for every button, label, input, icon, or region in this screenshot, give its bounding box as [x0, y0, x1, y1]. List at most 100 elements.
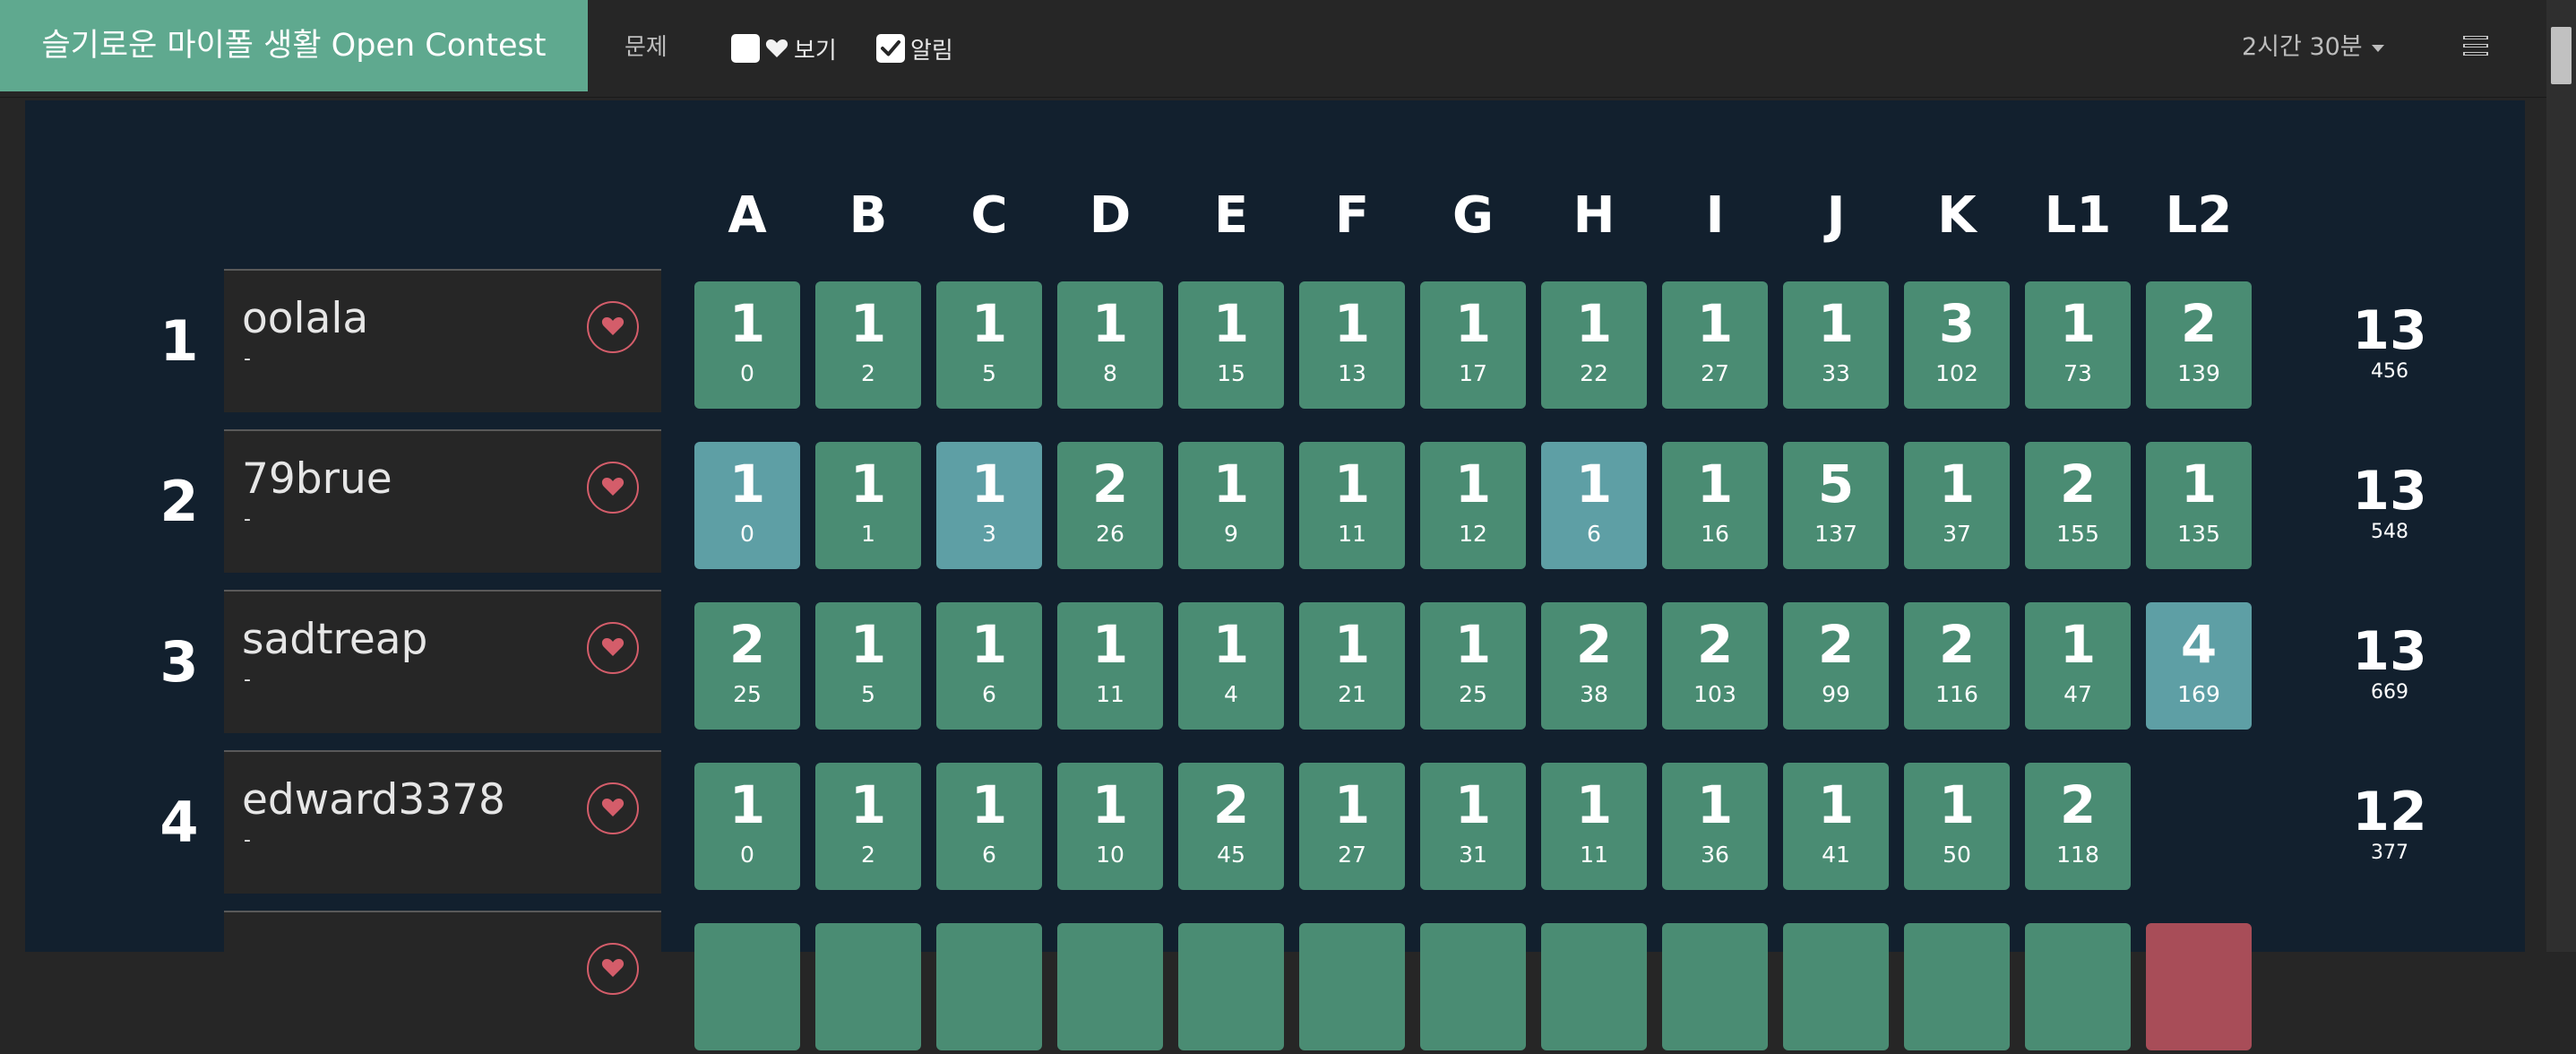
- problem-cell[interactable]: 16: [936, 602, 1042, 730]
- problem-cell[interactable]: 12: [815, 281, 921, 409]
- problem-cell[interactable]: 1 47: [2025, 602, 2131, 730]
- problem-header[interactable]: E: [1177, 186, 1285, 245]
- problem-cell[interactable]: 16: [1541, 442, 1647, 569]
- problem-cell[interactable]: 1 13: [1299, 281, 1405, 409]
- problem-cell[interactable]: 2 155: [2025, 442, 2131, 569]
- heart-button[interactable]: [587, 462, 639, 514]
- problem-cell[interactable]: [1299, 923, 1405, 1050]
- problem-header[interactable]: L1: [2024, 186, 2132, 245]
- heart-button[interactable]: [587, 301, 639, 353]
- problem-cell[interactable]: 1 27: [1662, 281, 1768, 409]
- heart-button[interactable]: [587, 943, 639, 995]
- problem-cell[interactable]: [936, 923, 1042, 1050]
- problem-cell[interactable]: 1 41: [1783, 763, 1889, 890]
- problem-cell[interactable]: 2 139: [2146, 281, 2252, 409]
- problem-cell[interactable]: 1 73: [2025, 281, 2131, 409]
- problem-cell[interactable]: 15: [815, 602, 921, 730]
- problem-cell[interactable]: 2 25: [694, 602, 800, 730]
- problem-cell[interactable]: 2 26: [1057, 442, 1163, 569]
- user-name[interactable]: 79brue: [242, 454, 392, 504]
- problem-cell[interactable]: 2 103: [1662, 602, 1768, 730]
- problem-cell[interactable]: [1783, 923, 1889, 1050]
- problem-cell[interactable]: 1 17: [1420, 281, 1526, 409]
- timer-dropdown[interactable]: 2시간 30분: [2242, 0, 2384, 95]
- problem-cell[interactable]: 4 169: [2146, 602, 2252, 730]
- problem-cell[interactable]: 1 10: [1057, 763, 1163, 890]
- problem-cell[interactable]: [1662, 923, 1768, 1050]
- vertical-scrollbar[interactable]: [2546, 0, 2576, 952]
- contest-title[interactable]: 슬기로운 마이폴 생활 Open Contest: [0, 0, 588, 91]
- problem-header[interactable]: K: [1903, 186, 2011, 245]
- problem-header[interactable]: F: [1298, 186, 1406, 245]
- problem-cell[interactable]: 1 25: [1420, 602, 1526, 730]
- problem-cell[interactable]: 18: [1057, 281, 1163, 409]
- problem-cell[interactable]: [1541, 923, 1647, 1050]
- problem-cell[interactable]: 2 38: [1541, 602, 1647, 730]
- problem-cell[interactable]: 1 21: [1299, 602, 1405, 730]
- show-hearts-toggle[interactable]: 보기: [731, 30, 837, 66]
- user-card[interactable]: oolala -: [224, 269, 661, 412]
- problem-cell[interactable]: 2 45: [1178, 763, 1284, 890]
- problem-header[interactable]: J: [1782, 186, 1890, 245]
- problem-cell[interactable]: 1 33: [1783, 281, 1889, 409]
- problem-cell[interactable]: 10: [694, 763, 800, 890]
- user-name[interactable]: oolala: [242, 294, 368, 343]
- problem-cell[interactable]: [2146, 923, 2252, 1050]
- problem-cell[interactable]: 1 22: [1541, 281, 1647, 409]
- heart-button[interactable]: [587, 782, 639, 834]
- problem-cell[interactable]: [1420, 923, 1526, 1050]
- problem-cell[interactable]: 15: [936, 281, 1042, 409]
- problem-cell[interactable]: 11: [815, 442, 921, 569]
- problem-cell[interactable]: 5 137: [1783, 442, 1889, 569]
- show-hearts-checkbox[interactable]: [731, 34, 760, 63]
- user-card[interactable]: edward3378 -: [224, 750, 661, 894]
- problem-cell[interactable]: 1 11: [1541, 763, 1647, 890]
- problem-cell[interactable]: 3 102: [1904, 281, 2010, 409]
- problem-cell[interactable]: 1 12: [1420, 442, 1526, 569]
- problem-cell[interactable]: 1 135: [2146, 442, 2252, 569]
- user-card[interactable]: [224, 911, 661, 1054]
- problem-cell[interactable]: 2 99: [1783, 602, 1889, 730]
- problem-cell[interactable]: 10: [694, 281, 800, 409]
- problem-cell[interactable]: [694, 923, 800, 1050]
- problem-cell[interactable]: 1 11: [1057, 602, 1163, 730]
- problem-cell[interactable]: [815, 923, 921, 1050]
- problem-cell[interactable]: 1 50: [1904, 763, 2010, 890]
- problem-header[interactable]: I: [1661, 186, 1769, 245]
- problem-cell[interactable]: 1 27: [1299, 763, 1405, 890]
- alert-toggle[interactable]: 알림: [876, 30, 953, 66]
- problem-cell[interactable]: [1178, 923, 1284, 1050]
- problem-header[interactable]: D: [1056, 186, 1164, 245]
- list-icon[interactable]: [2462, 34, 2489, 57]
- problem-cell[interactable]: 1 11: [1299, 442, 1405, 569]
- problems-link[interactable]: 문제: [625, 0, 668, 95]
- problem-cell[interactable]: 2 118: [2025, 763, 2131, 890]
- problem-header[interactable]: A: [694, 186, 801, 245]
- problem-cell[interactable]: 13: [936, 442, 1042, 569]
- problem-cell[interactable]: 1 37: [1904, 442, 2010, 569]
- problem-cell[interactable]: [1057, 923, 1163, 1050]
- scrollbar-thumb[interactable]: [2551, 27, 2572, 84]
- user-name[interactable]: edward3378: [242, 775, 505, 825]
- problem-cell[interactable]: 10: [694, 442, 800, 569]
- problem-cell[interactable]: [1904, 923, 2010, 1050]
- problem-cell[interactable]: 12: [815, 763, 921, 890]
- problem-cell[interactable]: 14: [1178, 602, 1284, 730]
- problem-cell[interactable]: 19: [1178, 442, 1284, 569]
- problem-cell[interactable]: 1 31: [1420, 763, 1526, 890]
- problem-header[interactable]: C: [935, 186, 1043, 245]
- problem-header[interactable]: B: [814, 186, 922, 245]
- user-card[interactable]: sadtreap -: [224, 590, 661, 733]
- problem-cell[interactable]: 16: [936, 763, 1042, 890]
- problem-cell[interactable]: 1 15: [1178, 281, 1284, 409]
- user-card[interactable]: 79brue -: [224, 429, 661, 573]
- problem-header[interactable]: G: [1419, 186, 1527, 245]
- problem-cell[interactable]: 2 116: [1904, 602, 2010, 730]
- problem-header[interactable]: L2: [2145, 186, 2253, 245]
- heart-button[interactable]: [587, 622, 639, 674]
- problem-cell[interactable]: [2025, 923, 2131, 1050]
- user-name[interactable]: sadtreap: [242, 615, 427, 664]
- problem-cell[interactable]: 1 16: [1662, 442, 1768, 569]
- problem-header[interactable]: H: [1540, 186, 1648, 245]
- problem-cell[interactable]: 1 36: [1662, 763, 1768, 890]
